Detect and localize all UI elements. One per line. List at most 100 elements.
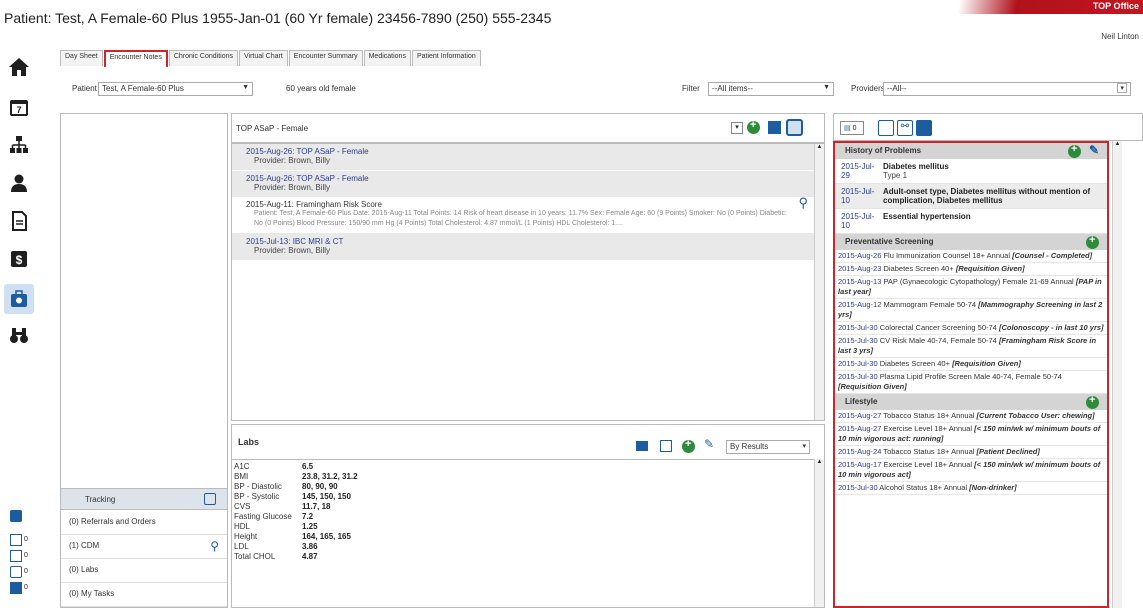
calendar-icon[interactable]: 7: [8, 96, 30, 118]
grid-icon[interactable]: [768, 121, 781, 134]
home-icon[interactable]: [8, 56, 30, 78]
encounter-item[interactable]: 2015-Aug-26: TOP ASaP - Female Provider:…: [232, 144, 824, 170]
scroll-up-icon[interactable]: ▲: [815, 144, 824, 150]
lab-row[interactable]: HDL 1.25: [234, 522, 822, 532]
labs-list: A1C 6.5 BMI 23.8, 31.2, 31.2 BP - Diastolic 8…: [232, 459, 824, 607]
print-icon[interactable]: [916, 120, 932, 136]
add-lab-button[interactable]: [682, 438, 695, 455]
lifestyle-text: Tobacco Status 18+ Annual: [883, 447, 975, 456]
preventative-row[interactable]: 2015-Aug-13 PAP (Gynaecologic Cytopathol…: [835, 276, 1107, 299]
fax-icon[interactable]: [10, 582, 22, 594]
lab-row[interactable]: Height 164, 165, 165: [234, 532, 822, 542]
encounter-title[interactable]: 2015-Aug-26: TOP ASaP - Female: [246, 174, 818, 183]
lifestyle-row[interactable]: 2015-Aug-27 Exercise Level 18+ Annual [<…: [835, 423, 1107, 446]
search-icon[interactable]: ⚲: [798, 195, 808, 211]
lab-row[interactable]: BMI 23.8, 31.2, 31.2: [234, 472, 822, 482]
preventative-row[interactable]: 2015-Jul-30 Diabetes Screen 40+ [Requisi…: [835, 358, 1107, 371]
scrollbar[interactable]: ▲: [814, 459, 824, 607]
encounter-title[interactable]: 2015-Jul-13: IBC MRI & CT: [246, 237, 818, 246]
encounter-item[interactable]: 2015-Aug-26: TOP ASaP - Female Provider:…: [232, 170, 824, 197]
binoculars-icon[interactable]: [8, 324, 30, 346]
problem-row[interactable]: 2015-Jul-10 Adult-onset type, Diabetes m…: [835, 184, 1107, 209]
user-icon[interactable]: [8, 172, 30, 194]
encounter-item[interactable]: 2015-Aug-11: Framingham Risk Score Patie…: [232, 195, 824, 234]
encounter-item[interactable]: 2015-Jul-13: IBC MRI & CT Provider: Brow…: [232, 234, 824, 260]
history-title: History of Problems: [845, 146, 922, 155]
document-count-button[interactable]: ▤ 0: [840, 121, 864, 135]
scroll-up-icon[interactable]: ▲: [1113, 141, 1122, 147]
tab-day-sheet[interactable]: Day Sheet: [60, 50, 103, 66]
lab-row[interactable]: BP - Systolic 145, 150, 150: [234, 492, 822, 502]
lab-row[interactable]: LDL 3.86: [234, 542, 822, 552]
chart-icon[interactable]: [660, 440, 672, 452]
document-icon[interactable]: [8, 210, 30, 232]
tab-chronic-conditions[interactable]: Chronic Conditions: [168, 50, 238, 66]
pencil-icon[interactable]: ✎: [1089, 143, 1099, 157]
template-select[interactable]: TOP ASaP - Female: [236, 124, 308, 133]
add-template-button[interactable]: [747, 119, 760, 136]
billing-icon[interactable]: $: [8, 248, 30, 270]
copy-icon[interactable]: [878, 120, 894, 136]
add-problem-button[interactable]: [1068, 143, 1081, 160]
user-name[interactable]: Neil Linton: [1101, 32, 1139, 41]
lab-row[interactable]: CVS 11.7, 18: [234, 502, 822, 512]
scrollbar[interactable]: ▲: [1112, 141, 1122, 608]
patient-select[interactable]: Test, A Female-60 Plus ▼: [98, 82, 253, 96]
expand-icon[interactable]: [204, 493, 216, 505]
add-screening-button[interactable]: [1086, 234, 1099, 251]
tracking-row-cdm[interactable]: (1) CDM ⚲: [61, 535, 227, 559]
tab-medications[interactable]: Medications: [363, 50, 411, 66]
lifestyle-header: Lifestyle: [835, 394, 1107, 410]
labs-sort-select[interactable]: By Results ▾: [726, 440, 810, 454]
lab-row[interactable]: Total CHOL 4.87: [234, 552, 822, 562]
lifestyle-row[interactable]: 2015-Aug-27 Tobacco Status 18+ Annual [C…: [835, 410, 1107, 423]
tab-patient-information[interactable]: Patient Information: [411, 50, 481, 66]
preventative-date: 2015-Jul-30: [838, 372, 878, 381]
lifestyle-row[interactable]: 2015-Jul-30 Alcohol Status 18+ Annual [N…: [835, 482, 1107, 495]
preventative-text: Plasma Lipid Profile Screen Male 40-74, …: [879, 372, 1062, 381]
preventative-row[interactable]: 2015-Jul-30 CV Risk Male 40-74, Female 5…: [835, 335, 1107, 358]
preventative-date: 2015-Aug-12: [838, 300, 882, 309]
pencil-icon[interactable]: ✎: [704, 437, 714, 451]
problem-row[interactable]: 2015-Jul-29 Diabetes mellitus Type 1: [835, 159, 1107, 184]
lab-row[interactable]: Fasting Glucose 7.2: [234, 512, 822, 522]
medical-bag-icon[interactable]: [4, 284, 34, 314]
preventative-row[interactable]: 2015-Aug-26 Flu Immunization Counsel 18+…: [835, 250, 1107, 263]
problem-type: Type 1: [883, 171, 908, 180]
tracking-row-referrals[interactable]: (0) Referrals and Orders: [61, 511, 227, 535]
filter-select[interactable]: --All items-- ▼: [708, 82, 834, 96]
sitemap-icon[interactable]: [8, 134, 30, 156]
lifestyle-row[interactable]: 2015-Aug-17 Exercise Level 18+ Annual [<…: [835, 459, 1107, 482]
preventative-row[interactable]: 2015-Aug-12 Mammogram Female 50-74 [Mamm…: [835, 299, 1107, 322]
add-lifestyle-button[interactable]: [1086, 394, 1099, 411]
lifestyle-text: Exercise Level 18+ Annual: [883, 424, 973, 433]
chevron-down-icon[interactable]: ▾: [731, 122, 743, 134]
lab-row[interactable]: A1C 6.5: [234, 462, 822, 472]
link-icon[interactable]: ⚯: [897, 120, 913, 136]
print-queue-icon[interactable]: [10, 566, 22, 578]
tab-encounter-notes[interactable]: Encounter Notes: [103, 50, 168, 67]
scroll-up-icon[interactable]: ▲: [815, 459, 824, 465]
list-icon[interactable]: [10, 550, 22, 562]
tab-virtual-chart[interactable]: Virtual Chart: [239, 50, 288, 66]
providers-select[interactable]: --All-- ▾: [883, 82, 1131, 96]
scrollbar[interactable]: ▲: [814, 144, 824, 420]
flowsheet-icon[interactable]: [636, 441, 648, 451]
app-small-icon[interactable]: [10, 510, 22, 522]
lab-row[interactable]: BP - Diastolic 80, 90, 90: [234, 482, 822, 492]
encounter-title[interactable]: 2015-Aug-26: TOP ASaP - Female: [246, 147, 818, 156]
tracking-row-labs[interactable]: (0) Labs: [61, 559, 227, 583]
encounter-title[interactable]: 2015-Aug-11: Framingham Risk Score: [246, 200, 818, 209]
lifestyle-row[interactable]: 2015-Aug-24 Tobacco Status 18+ Annual [P…: [835, 446, 1107, 459]
problem-row[interactable]: 2015-Jul-10 Essential hypertension: [835, 209, 1107, 234]
patient-age: 60 years old female: [286, 84, 356, 93]
tracking-row-tasks[interactable]: (0) My Tasks: [61, 583, 227, 607]
preventative-row[interactable]: 2015-Jul-30 Plasma Lipid Profile Screen …: [835, 371, 1107, 394]
lab-name: BP - Diastolic: [234, 482, 282, 491]
preventative-row[interactable]: 2015-Aug-23 Diabetes Screen 40+ [Requisi…: [835, 263, 1107, 276]
tab-encounter-summary[interactable]: Encounter Summary: [288, 50, 363, 66]
preventative-row[interactable]: 2015-Jul-30 Colorectal Cancer Screening …: [835, 322, 1107, 335]
messages-icon[interactable]: [10, 534, 22, 546]
clock-icon[interactable]: [786, 119, 803, 136]
search-icon[interactable]: ⚲: [210, 539, 219, 553]
